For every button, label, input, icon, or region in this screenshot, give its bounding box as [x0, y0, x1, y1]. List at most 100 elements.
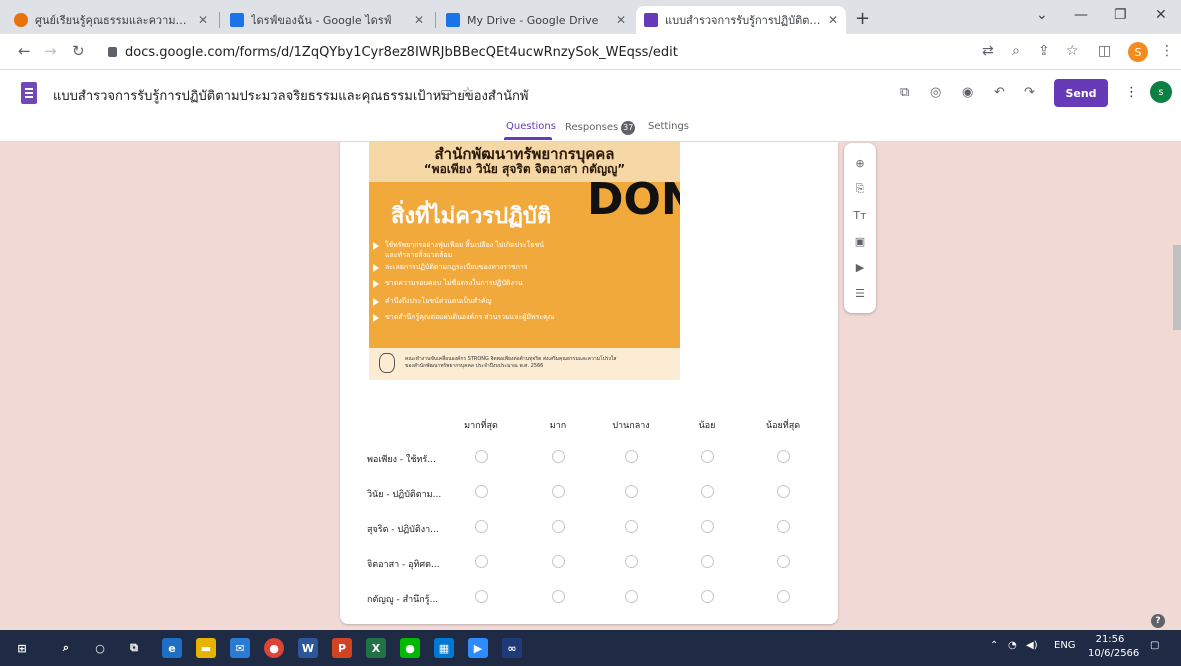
grid-radio[interactable] — [777, 590, 790, 603]
back-arrow-icon[interactable]: ← — [18, 42, 31, 60]
notifications-icon[interactable]: ▢ — [1150, 640, 1159, 651]
app-icon[interactable]: ∞ — [502, 638, 522, 658]
excel-icon[interactable]: X — [366, 638, 386, 658]
grid-radio[interactable] — [625, 450, 638, 463]
minimize-window-icon[interactable]: — — [1074, 7, 1088, 23]
windows-start-icon[interactable]: ⊞ — [12, 638, 32, 658]
grid-radio[interactable] — [701, 590, 714, 603]
strong-seal-logo-icon — [379, 353, 395, 373]
close-tab-icon[interactable]: ✕ — [198, 13, 208, 27]
browser-menu-icon[interactable]: ⋮ — [1160, 43, 1174, 59]
zoom-icon[interactable]: ⌕ — [1012, 43, 1020, 59]
tab-questions[interactable]: Questions — [506, 121, 556, 132]
input-language[interactable]: ENG — [1054, 640, 1076, 651]
add-title-icon[interactable]: Tт — [852, 207, 868, 223]
system-clock[interactable]: 21:56 10/6/2566 — [1088, 633, 1139, 661]
url-text: docs.google.com/forms/d/1ZqQYby1Cyr8ez8I… — [125, 44, 678, 60]
side-panel-icon[interactable]: ◫ — [1098, 43, 1111, 59]
customize-theme-palette-icon[interactable]: ◎ — [930, 85, 941, 100]
grid-radio[interactable] — [701, 485, 714, 498]
account-avatar[interactable]: s — [1150, 81, 1172, 103]
question-card[interactable]: สำนักพัฒนาทรัพยากรบุคคล “พอเพียง วินัย ส… — [340, 142, 838, 624]
add-image-icon[interactable]: ▣ — [852, 233, 868, 249]
line-chat-icon[interactable]: ● — [400, 638, 420, 658]
browser-tab-active[interactable]: แบบสำรวจการรับรู้การปฏิบัติตามประมวล ✕ — [636, 6, 846, 34]
tab-responses[interactable]: Responses 37 — [565, 121, 636, 135]
grid-radio[interactable] — [777, 520, 790, 533]
cortana-circle-icon[interactable]: ○ — [90, 638, 110, 658]
grid-radio[interactable] — [777, 450, 790, 463]
search-icon[interactable]: ⌕ — [56, 638, 76, 658]
grid-radio[interactable] — [552, 485, 565, 498]
move-to-folder-icon[interactable]: ▭ — [440, 85, 452, 100]
question-image[interactable]: สำนักพัฒนาทรัพยากรบุคคล “พอเพียง วินัย ส… — [369, 142, 680, 380]
translate-icon[interactable]: ⇄ — [982, 43, 994, 59]
browser-tab-3[interactable]: My Drive - Google Drive ✕ — [438, 6, 634, 34]
grid-radio[interactable] — [777, 485, 790, 498]
reload-icon[interactable]: ↻ — [72, 42, 85, 60]
zoom-video-icon[interactable]: ▶ — [468, 638, 488, 658]
grid-radio[interactable] — [625, 520, 638, 533]
forward-arrow-icon[interactable]: → — [44, 42, 57, 60]
bookmark-star-icon[interactable]: ☆ — [1066, 43, 1079, 59]
grid-row-label: จิตอาสา - อุทิศต... — [367, 560, 440, 570]
share-icon[interactable]: ⇪ — [1038, 43, 1050, 59]
word-icon[interactable]: W — [298, 638, 318, 658]
more-options-icon[interactable]: ⋮ — [1125, 85, 1138, 100]
volume-icon[interactable]: ◀) — [1026, 640, 1038, 651]
chrome-icon[interactable]: ● — [264, 638, 284, 658]
redo-icon[interactable]: ↷ — [1024, 85, 1035, 100]
grid-radio[interactable] — [777, 555, 790, 568]
grid-radio[interactable] — [552, 590, 565, 603]
powerpoint-icon[interactable]: P — [332, 638, 352, 658]
mail-icon[interactable]: ✉ — [230, 638, 250, 658]
send-button[interactable]: Send — [1054, 79, 1108, 107]
grid-radio[interactable] — [625, 485, 638, 498]
grid-radio[interactable] — [625, 555, 638, 568]
store-icon[interactable]: ▦ — [434, 638, 454, 658]
grid-radio[interactable] — [701, 555, 714, 568]
task-view-icon[interactable]: ⧉ — [124, 638, 144, 658]
tray-overflow-icon[interactable]: ⌃ — [990, 640, 998, 651]
close-tab-icon[interactable]: ✕ — [414, 13, 424, 27]
close-tab-icon[interactable]: ✕ — [828, 13, 838, 27]
add-question-icon[interactable]: ⊕ — [852, 155, 868, 171]
grid-radio[interactable] — [475, 555, 488, 568]
grid-radio[interactable] — [701, 450, 714, 463]
close-window-icon[interactable]: ✕ — [1155, 7, 1167, 23]
grid-radio[interactable] — [552, 450, 565, 463]
tab-title: My Drive - Google Drive — [467, 13, 599, 27]
new-tab-button[interactable]: + — [855, 8, 870, 29]
browser-tab-1[interactable]: ศูนย์เรียนรู้คุณธรรมและความโปร่งใสของ ✕ — [6, 6, 216, 34]
add-section-icon[interactable]: ☰ — [852, 285, 868, 301]
add-video-icon[interactable]: ▶ — [852, 259, 868, 275]
tab-settings[interactable]: Settings — [648, 121, 689, 132]
edge-browser-icon[interactable]: e — [162, 638, 182, 658]
grid-radio[interactable] — [552, 555, 565, 568]
profile-avatar[interactable]: S — [1128, 42, 1148, 62]
grid-radio[interactable] — [475, 590, 488, 603]
preview-eye-icon[interactable]: ◉ — [962, 85, 973, 100]
restore-window-icon[interactable]: ❐ — [1114, 7, 1127, 23]
grid-radio[interactable] — [552, 520, 565, 533]
grid-radio[interactable] — [475, 520, 488, 533]
star-icon[interactable]: ☆ — [462, 85, 474, 100]
undo-icon[interactable]: ↶ — [994, 85, 1005, 100]
browser-toolbar: ← → ↻ docs.google.com/forms/d/1ZqQYby1Cy… — [0, 34, 1181, 70]
help-icon[interactable]: ? — [1151, 614, 1165, 628]
grid-radio[interactable] — [625, 590, 638, 603]
tab-search-chevron-icon[interactable]: ⌄ — [1036, 7, 1048, 23]
import-questions-icon[interactable]: ⎘ — [852, 181, 868, 197]
page-scrollbar[interactable] — [1173, 245, 1181, 330]
grid-radio[interactable] — [475, 450, 488, 463]
file-explorer-icon[interactable]: ▬ — [196, 638, 216, 658]
address-bar[interactable]: docs.google.com/forms/d/1ZqQYby1Cyr8ez8I… — [108, 40, 968, 64]
grid-radio[interactable] — [701, 520, 714, 533]
add-ons-puzzle-icon[interactable]: ⧉ — [900, 85, 909, 100]
network-icon[interactable]: ◔ — [1008, 640, 1017, 651]
form-document-title[interactable]: แบบสำรวจการรับรู้การปฏิบัติตามประมวลจริย… — [53, 85, 528, 106]
browser-tab-2[interactable]: ไดรฟ์ของฉัน - Google ไดรฟ์ ✕ — [222, 6, 432, 34]
close-tab-icon[interactable]: ✕ — [616, 13, 626, 27]
grid-radio[interactable] — [475, 485, 488, 498]
google-forms-logo-icon[interactable] — [21, 82, 37, 104]
